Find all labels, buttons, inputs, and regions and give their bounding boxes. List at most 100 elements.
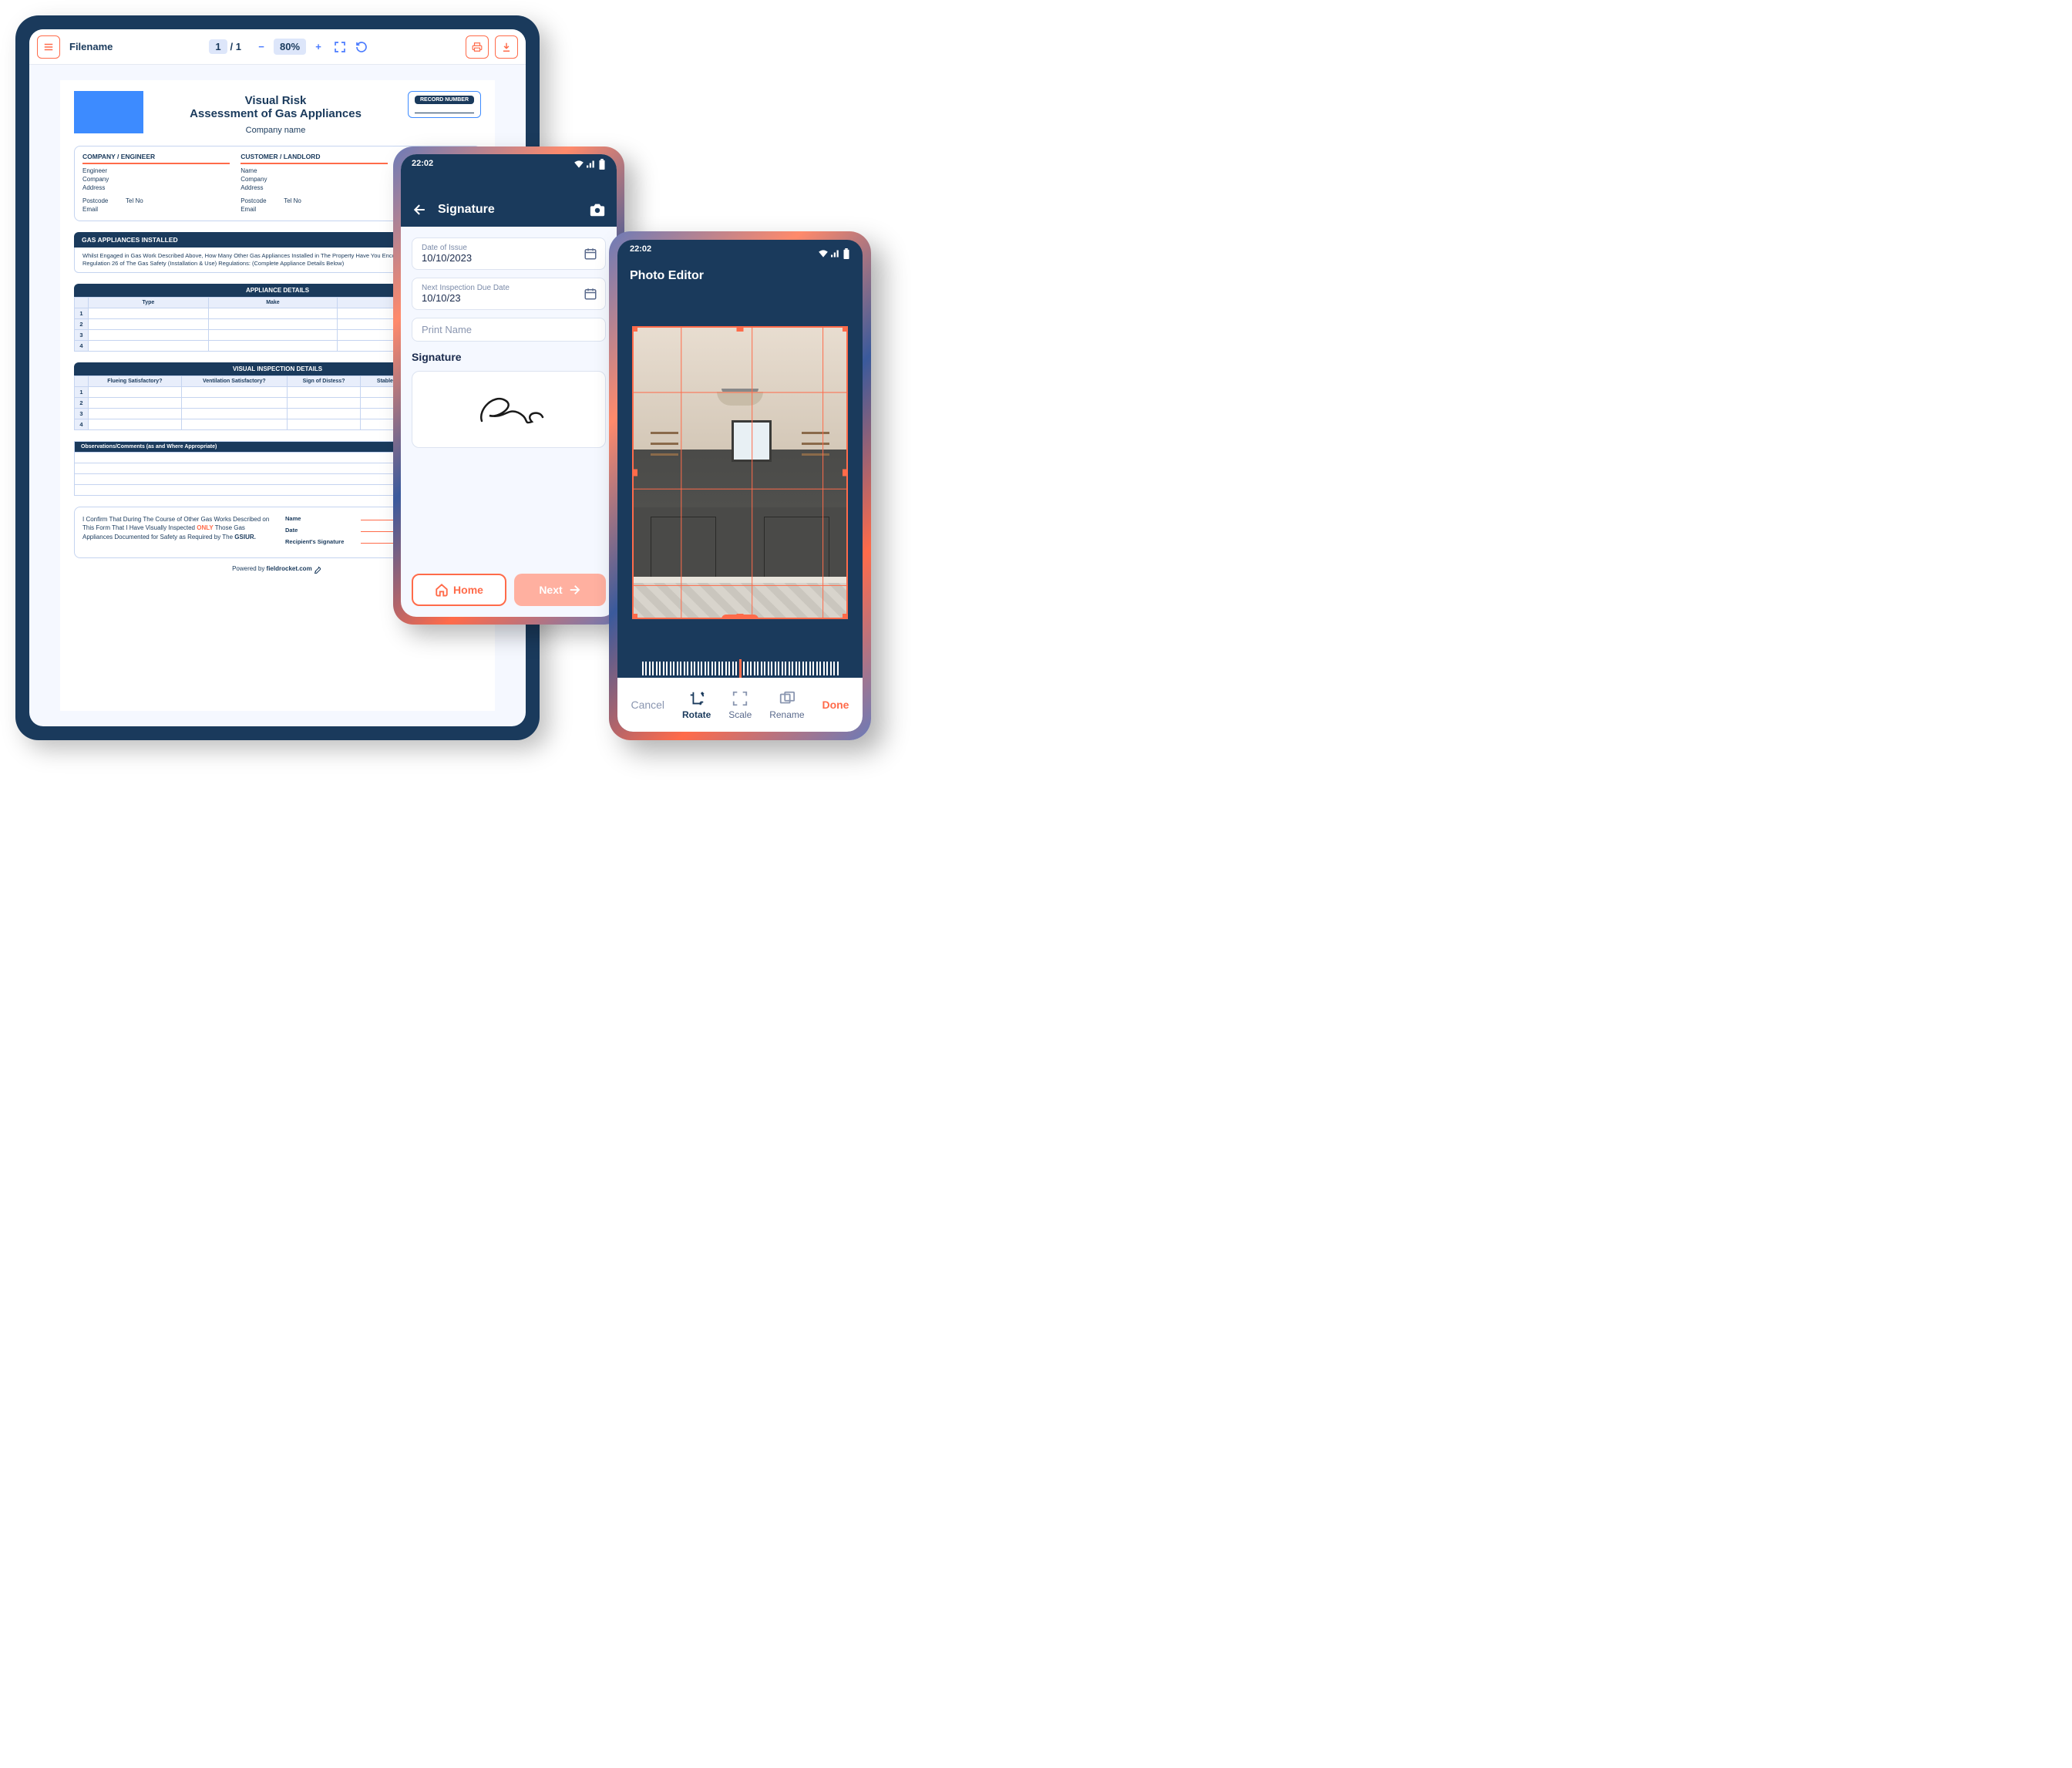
crop-handle-ml[interactable] xyxy=(632,470,637,477)
photo-content xyxy=(717,392,763,406)
editor-canvas[interactable]: 130% xyxy=(617,291,863,647)
lbl-email: Email xyxy=(82,206,118,213)
printer-icon xyxy=(472,42,483,52)
crop-frame[interactable]: 130% xyxy=(632,326,848,619)
status-bar: 22:02 xyxy=(617,240,863,263)
status-icons xyxy=(574,159,606,170)
lbl-company: Company xyxy=(82,176,118,183)
confirm-only: ONLY xyxy=(197,524,214,531)
download-icon xyxy=(501,42,512,52)
page-total: / 1 xyxy=(230,41,241,52)
zoom-out-button[interactable]: − xyxy=(254,39,269,55)
signature-scribble-icon xyxy=(462,386,555,433)
col-customer: CUSTOMER / LANDLORD Name Company Address… xyxy=(240,153,388,214)
cancel-button[interactable]: Cancel xyxy=(631,699,664,711)
rotate-button[interactable] xyxy=(354,39,369,55)
photo-content xyxy=(802,432,829,434)
page-current[interactable]: 1 xyxy=(209,39,227,54)
photo-content xyxy=(634,583,846,618)
rename-icon xyxy=(779,690,796,707)
home-button-label: Home xyxy=(453,584,483,596)
phone-editor-frame: 22:02 Photo Editor 130% xyxy=(609,231,871,740)
th-distress: Sign of Distess? xyxy=(287,375,361,386)
home-button[interactable]: Home xyxy=(412,574,506,606)
signature-label: Signature xyxy=(412,351,606,363)
scale-tab[interactable]: Scale xyxy=(728,689,752,720)
lbl-postcode: Postcode xyxy=(82,197,118,204)
date-issue-value: 10/10/2023 xyxy=(422,252,596,264)
rotation-ruler[interactable] xyxy=(617,647,863,678)
screen-title: Signature xyxy=(438,203,580,217)
camera-button[interactable] xyxy=(589,201,606,218)
fullscreen-button[interactable] xyxy=(332,39,348,55)
print-name-field[interactable]: Print Name xyxy=(412,318,606,342)
expand-icon xyxy=(334,41,346,53)
scale-label: Scale xyxy=(728,709,752,720)
battery-icon xyxy=(598,159,606,170)
sig-name-lbl: Name xyxy=(285,515,355,522)
next-due-label: Next Inspection Due Date xyxy=(422,284,596,292)
lbl-postcode2: Postcode xyxy=(240,197,276,204)
crop-handle-mr[interactable] xyxy=(843,470,848,477)
photo-content xyxy=(732,420,772,462)
arrow-left-icon xyxy=(412,202,428,217)
th-ventilation: Ventilation Satisfactory? xyxy=(181,375,287,386)
print-button[interactable] xyxy=(466,35,489,59)
photo-content xyxy=(634,577,846,583)
zoom-in-button[interactable]: + xyxy=(311,39,326,55)
ruler-center-icon xyxy=(739,659,742,678)
row-num: 3 xyxy=(75,408,89,419)
photo-content xyxy=(651,432,678,434)
crop-handle-bl[interactable] xyxy=(632,614,637,619)
date-of-issue-field[interactable]: Date of Issue 10/10/2023 xyxy=(412,237,606,270)
th-make: Make xyxy=(208,297,337,308)
heading-customer: CUSTOMER / LANDLORD xyxy=(240,153,388,164)
rename-tab[interactable]: Rename xyxy=(769,689,804,720)
crop-handle-tm[interactable] xyxy=(737,326,744,332)
th-flueing: Flueing Satisfactory? xyxy=(89,375,182,386)
signature-pad[interactable] xyxy=(412,371,606,448)
row-num: 1 xyxy=(75,386,89,397)
menu-button[interactable] xyxy=(37,35,60,59)
record-number-box: RECORD NUMBER xyxy=(408,91,481,118)
next-button[interactable]: Next xyxy=(514,574,606,606)
arrow-right-icon xyxy=(567,583,581,597)
home-icon xyxy=(435,583,449,597)
crop-handle-br[interactable] xyxy=(843,614,848,619)
rotate-tab[interactable]: Rotate xyxy=(682,689,711,720)
lbl-engineer: Engineer xyxy=(82,167,118,174)
zoom-indicator: 130% xyxy=(722,615,758,619)
rotate-icon xyxy=(355,41,368,53)
row-num: 2 xyxy=(75,318,89,329)
filename-label: Filename xyxy=(69,41,113,52)
row-num: 1 xyxy=(75,308,89,318)
battery-icon xyxy=(843,248,850,259)
form-area: Date of Issue 10/10/2023 Next Inspection… xyxy=(401,227,617,563)
done-button[interactable]: Done xyxy=(822,699,849,711)
lbl-name: Name xyxy=(240,167,276,174)
download-button[interactable] xyxy=(495,35,518,59)
back-button[interactable] xyxy=(412,201,429,218)
hamburger-icon xyxy=(43,42,54,52)
crop-handle-tr[interactable] xyxy=(843,326,848,332)
obs-header-left: Observations/Comments (as and Where Appr… xyxy=(75,441,404,452)
record-label: RECORD NUMBER xyxy=(415,96,474,104)
col-company: COMPANY / ENGINEER Engineer Company Addr… xyxy=(82,153,230,214)
wifi-icon xyxy=(818,250,829,258)
page-indicator: 1 / 1 xyxy=(209,39,241,54)
next-inspection-field[interactable]: Next Inspection Due Date 10/10/23 xyxy=(412,278,606,310)
rotate-crop-icon xyxy=(688,690,705,707)
crop-handle-tl[interactable] xyxy=(632,326,637,332)
sig-recip-lbl: Recipient's Signature xyxy=(285,538,355,545)
zoom-controls: − 80% + xyxy=(254,39,326,55)
sig-date-lbl: Date xyxy=(285,527,355,534)
phone-signature-frame: 22:02 Signature Date of Issue 10/10/2023… xyxy=(393,146,624,625)
zoom-value[interactable]: 80% xyxy=(274,39,306,55)
row-num: 4 xyxy=(75,419,89,429)
th-type: Type xyxy=(89,297,209,308)
company-name: Company name xyxy=(151,126,400,135)
next-button-label: Next xyxy=(539,584,562,596)
confirm-gsiur: GSIUR. xyxy=(234,534,256,541)
powered-prefix: Powered by xyxy=(232,565,266,572)
lbl-address: Address xyxy=(82,184,118,191)
